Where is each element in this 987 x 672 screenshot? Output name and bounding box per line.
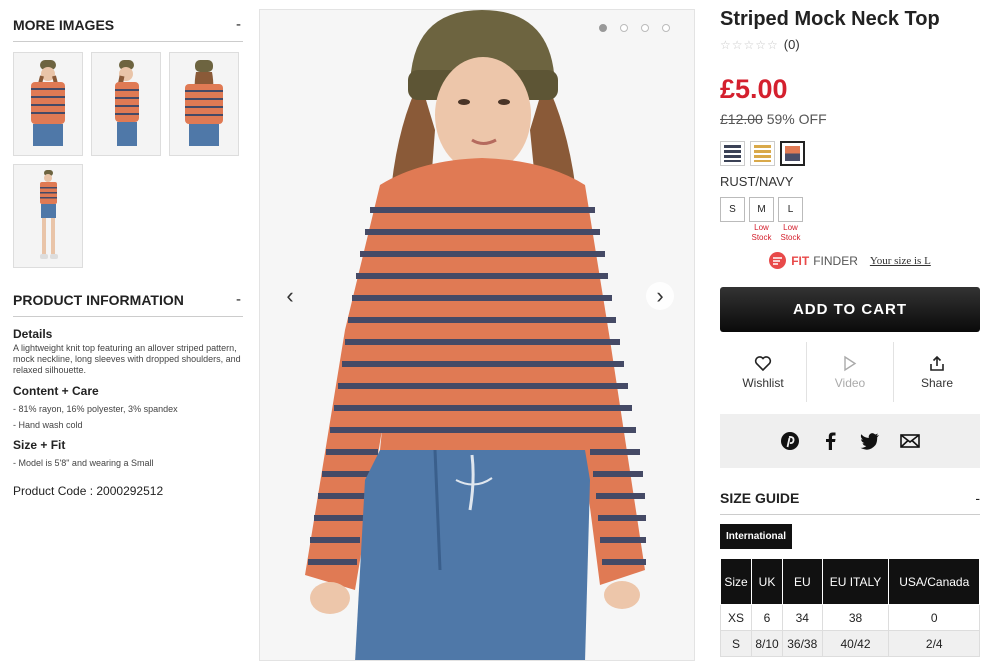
rating[interactable]: ☆☆☆☆☆ (0)	[720, 37, 980, 52]
color-swatch-rust-navy[interactable]	[780, 141, 805, 166]
size-option-m[interactable]: M	[749, 197, 774, 222]
thumbnail-front[interactable]	[13, 52, 83, 156]
selected-color-name: RUST/NAVY	[720, 174, 794, 189]
video-label: Video	[834, 375, 866, 390]
thumbnail-full-length[interactable]	[13, 164, 83, 268]
size-guide-table: Size UK EU EU ITALY USA/Canada XS 6 34 3…	[720, 558, 980, 657]
table-cell: 34	[782, 604, 823, 631]
facebook-icon[interactable]	[820, 431, 840, 451]
column-header: Size	[720, 558, 752, 605]
table-row: S 8/10 36/38 40/42 2/4	[720, 630, 980, 657]
share-icon	[930, 355, 944, 371]
share-button[interactable]: Share	[894, 342, 980, 402]
table-cell: S	[720, 630, 752, 657]
pinterest-icon[interactable]	[780, 431, 800, 451]
wishlist-button[interactable]: Wishlist	[720, 342, 807, 402]
table-cell: 0	[888, 604, 980, 631]
thumbnail-back[interactable]	[169, 52, 239, 156]
content-line: - 81% rayon, 16% polyester, 3% spandex	[13, 404, 178, 414]
tab-international[interactable]: International	[720, 524, 793, 549]
column-header: UK	[750, 558, 784, 605]
table-cell: 36/38	[782, 630, 823, 657]
fit-finder[interactable]: FIT FINDER Your size is L	[720, 252, 980, 269]
price-comparison: £12.00 59% OFF	[720, 111, 980, 127]
product-title: Striped Mock Neck Top	[720, 8, 940, 30]
color-swatch-mustard[interactable]	[750, 141, 775, 166]
color-swatches	[720, 141, 980, 166]
product-information-header[interactable]: PRODUCT INFORMATION -	[13, 285, 243, 317]
table-row: XS 6 34 38 0	[720, 604, 980, 631]
size-guide-title: SIZE GUIDE	[720, 490, 800, 506]
size-fit-line: - Model is 5'8" and wearing a Small	[13, 458, 154, 468]
product-information-section: PRODUCT INFORMATION - Details A lightwei…	[13, 285, 243, 498]
table-cell: 8/10	[750, 630, 784, 657]
fit-finder-label: FINDER	[813, 253, 858, 268]
low-stock-note: Low Stock	[780, 223, 801, 242]
discount-label: 59% OFF	[766, 111, 827, 127]
your-size-link[interactable]: Your size is L	[870, 255, 931, 267]
color-swatch-navy[interactable]	[720, 141, 745, 166]
original-price: £12.00	[720, 111, 763, 127]
email-icon[interactable]	[900, 431, 920, 451]
care-line: - Hand wash cold	[13, 420, 83, 430]
collapse-toggle[interactable]: -	[236, 16, 241, 33]
fit-finder-brand: FIT	[791, 253, 810, 268]
video-button[interactable]: Video	[807, 342, 894, 402]
product-code: Product Code : 2000292512	[13, 484, 164, 498]
collapse-toggle[interactable]: -	[236, 291, 241, 308]
more-images-header[interactable]: MORE IMAGES -	[13, 10, 243, 42]
size-selector: S M Low Stock L Low Stock	[720, 197, 980, 243]
column-header: EU ITALY	[821, 558, 890, 605]
chevron-left-icon[interactable]: ‹	[276, 282, 304, 310]
sale-price: £5.00	[720, 74, 788, 104]
share-label: Share	[920, 375, 954, 390]
twitter-icon[interactable]	[860, 431, 880, 451]
size-fit-title: Size + Fit	[13, 438, 66, 452]
more-images-title: MORE IMAGES	[13, 16, 115, 33]
carousel-dots	[599, 24, 670, 32]
play-icon	[844, 355, 857, 371]
table-cell: 2/4	[888, 630, 980, 657]
product-details-panel: Striped Mock Neck Top ☆☆☆☆☆ (0) £5.00 £1…	[720, 8, 980, 657]
more-images-section: MORE IMAGES -	[13, 10, 243, 268]
low-stock-note: Low Stock	[751, 223, 772, 242]
fit-finder-icon	[769, 252, 787, 269]
content-care-title: Content + Care	[13, 384, 99, 398]
carousel-dot[interactable]	[641, 24, 649, 32]
model-photo	[305, 10, 646, 660]
column-header: USA/Canada	[888, 558, 980, 605]
collapse-toggle[interactable]: -	[975, 490, 980, 506]
heart-icon	[754, 355, 772, 371]
size-guide-header[interactable]: SIZE GUIDE -	[720, 490, 980, 515]
table-cell: 38	[821, 604, 890, 631]
details-text: A lightweight knit top featuring an allo…	[13, 343, 241, 375]
size-option-s[interactable]: S	[720, 197, 745, 222]
carousel-dot[interactable]	[620, 24, 628, 32]
thumbnail-side[interactable]	[91, 52, 161, 156]
star-rating-icon: ☆☆☆☆☆	[720, 37, 779, 52]
chevron-right-icon[interactable]: ›	[646, 282, 674, 310]
table-cell: 6	[750, 604, 784, 631]
thumbnail-grid	[13, 52, 243, 268]
wishlist-label: Wishlist	[742, 375, 784, 390]
carousel-dot[interactable]	[599, 24, 607, 32]
social-share-bar	[720, 414, 980, 468]
size-option-l[interactable]: L	[778, 197, 803, 222]
column-header: EU	[782, 558, 823, 605]
table-cell: 40/42	[821, 630, 890, 657]
add-to-cart-button[interactable]: ADD TO CART	[720, 287, 980, 332]
main-product-image[interactable]: ‹ ›	[259, 9, 695, 661]
review-count: (0)	[783, 37, 800, 52]
product-actions: Wishlist Video Share	[720, 342, 980, 402]
product-information-title: PRODUCT INFORMATION	[13, 291, 184, 308]
details-title: Details	[13, 327, 53, 341]
carousel-dot[interactable]	[662, 24, 670, 32]
table-cell: XS	[720, 604, 752, 631]
